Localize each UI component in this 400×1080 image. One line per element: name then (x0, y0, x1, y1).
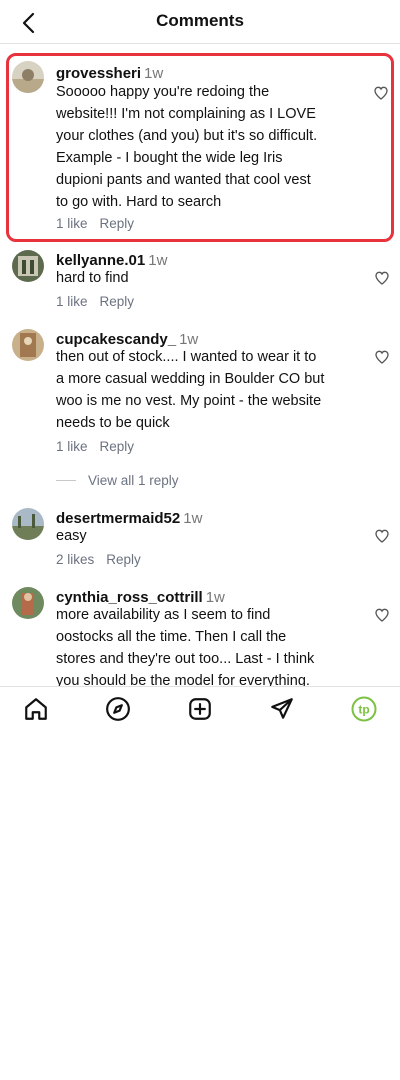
comment-kellyanne: kellyanne.01 1w hard to find 1 like Reply (0, 248, 400, 314)
profile-avatar-icon: tp (351, 696, 377, 722)
heart-icon[interactable] (374, 349, 390, 365)
comment-text: then out of stock.... I wanted to wear i… (56, 346, 340, 434)
avatar[interactable] (12, 61, 44, 93)
like-count[interactable]: 2 likes (56, 552, 94, 567)
comment-line: needs to be quick (56, 415, 170, 431)
profile-initials: tp (358, 703, 369, 717)
view-replies-button[interactable]: View all 1 reply (56, 473, 179, 488)
reply-button[interactable]: Reply (106, 552, 141, 567)
comment-actions: 1 like Reply (56, 216, 146, 231)
comment-line: more availability as I seem to find (56, 607, 271, 623)
view-replies-label: View all 1 reply (88, 473, 179, 488)
avatar[interactable] (12, 329, 44, 361)
reply-button[interactable]: Reply (100, 294, 135, 309)
username[interactable]: grovessheri (56, 65, 141, 82)
comment-line: your clothes (and you) but it's so diffi… (56, 128, 318, 144)
comment-cupcakescandy: cupcakescandy_ 1w then out of stock.... I… (0, 327, 400, 457)
like-count[interactable]: 1 like (56, 439, 88, 454)
send-icon (271, 698, 293, 719)
reply-button[interactable]: Reply (100, 439, 135, 454)
comment-text: Sooooo happy you're redoing the website!… (56, 81, 340, 213)
comment-line: a more casual wedding in Boulder CO but (56, 371, 325, 387)
page-title: Comments (156, 11, 244, 30)
comment-line: woo is me no vest. My point - the websit… (56, 393, 322, 409)
nav-profile[interactable]: tp (350, 695, 378, 723)
comment-line: then out of stock.... I wanted to wear i… (56, 349, 317, 365)
comment-desertmermaid52: desertmermaid52 1w easy 2 likes Reply (0, 506, 400, 572)
comment-line: hard to find (56, 270, 129, 286)
comment-actions: 1 like Reply (56, 294, 146, 309)
comment-cynthia-ross-cottrill: cynthia_ross_cottrill 1w more availabilit… (0, 585, 400, 686)
like-count[interactable]: 1 like (56, 294, 88, 309)
nav-direct[interactable] (268, 695, 296, 723)
home-icon (25, 698, 47, 720)
comment-line: stores and they're out too... Last - I t… (56, 651, 315, 667)
comment-line: website!!! I'm not complaining as I LOVE (56, 106, 316, 122)
divider (56, 480, 76, 481)
comment-line: oostocks all the time. Then I call the (56, 629, 287, 645)
comment-line: Example - I bought the wide leg Iris (56, 150, 283, 166)
comment-line: to go with. Hard to search (56, 194, 222, 210)
header-bar: Comments (0, 0, 400, 44)
nav-home[interactable] (22, 695, 50, 723)
comment-line: Sooooo happy you're redoing the (56, 84, 270, 100)
nav-create[interactable] (186, 695, 214, 723)
heart-icon[interactable] (374, 607, 390, 623)
comment-line: dupioni pants and wanted that cool vest (56, 172, 311, 188)
timestamp: 1w (144, 65, 164, 82)
comment-line: you should be the model for everything. (56, 673, 310, 686)
like-count[interactable]: 1 like (56, 216, 88, 231)
avatar[interactable] (12, 587, 44, 619)
comment-line: easy (56, 528, 87, 544)
comment-text: easy (56, 525, 340, 547)
comment-text: hard to find (56, 267, 340, 289)
avatar[interactable] (12, 508, 44, 540)
bottom-nav: tp (0, 686, 400, 730)
create-icon (189, 698, 211, 720)
comment-actions: 1 like Reply (56, 439, 146, 454)
explore-icon (106, 697, 130, 721)
comments-list[interactable]: grovessheri 1w Sooooo happy you're redoin… (0, 45, 400, 686)
heart-icon[interactable] (374, 270, 390, 286)
heart-icon[interactable] (373, 85, 389, 101)
comment-text: more availability as I seem to find oost… (56, 604, 340, 686)
comments-screen: Comments grovessheri 1w Sooooo happy you'… (0, 0, 400, 1080)
nav-explore[interactable] (104, 695, 132, 723)
avatar[interactable] (12, 250, 44, 282)
reply-button[interactable]: Reply (100, 216, 135, 231)
heart-icon[interactable] (374, 528, 390, 544)
comment-grovessheri: grovessheri 1w Sooooo happy you're redoin… (6, 53, 394, 242)
comment-actions: 2 likes Reply (56, 552, 153, 567)
